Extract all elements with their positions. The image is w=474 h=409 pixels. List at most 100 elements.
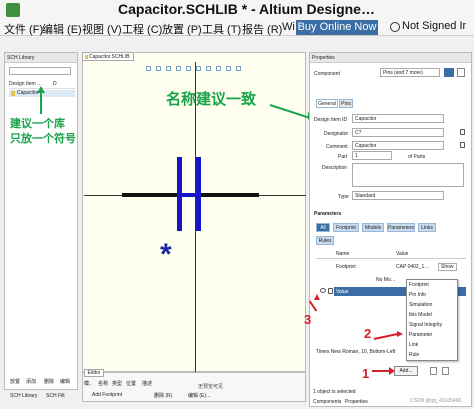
capacitor-plate-right[interactable] — [196, 157, 201, 231]
dd-footprint[interactable]: Footprint — [407, 280, 457, 290]
dd-parameter[interactable]: Parameter — [407, 330, 457, 340]
part-selector[interactable]: 1 — [352, 151, 392, 160]
editor-delete-button[interactable]: 删除 (R) — [154, 392, 172, 399]
table-divider — [316, 258, 466, 259]
pin-right[interactable] — [201, 193, 259, 197]
design-item-id-input[interactable]: Capacitor — [352, 114, 444, 123]
annotation-line-2: 只放一个符号 — [10, 133, 76, 145]
delete-icon[interactable] — [442, 367, 449, 375]
row-value-name: Value — [336, 289, 349, 295]
dd-pin-info[interactable]: Pin Info — [407, 290, 457, 300]
show-button[interactable]: Show — [438, 263, 457, 271]
dd-rule[interactable]: Rule — [407, 350, 457, 360]
type-dropdown[interactable]: Standard — [352, 191, 444, 200]
delete-button[interactable]: 删除 — [44, 378, 54, 385]
col-name-header[interactable]: Name — [336, 251, 349, 257]
menu-place[interactable]: 放置 (P) — [162, 21, 202, 37]
edit-button[interactable]: 编辑 — [60, 378, 70, 385]
library-search-input[interactable] — [9, 67, 71, 75]
pin-icon[interactable] — [196, 66, 201, 71]
menu-tools[interactable]: 工具 (T) — [202, 21, 241, 37]
editor-no-preview: 无预览可见 — [198, 384, 224, 390]
tab-sch-library[interactable]: SCH Library — [10, 393, 37, 399]
left-bottom-tabs: SCH Library SCH Filt — [4, 392, 84, 402]
add-icon[interactable] — [156, 66, 161, 71]
filter-icon[interactable] — [146, 66, 151, 71]
align-icon[interactable] — [186, 66, 191, 71]
sch-library-header: SCH Library — [5, 53, 77, 63]
annotation-line-1: 建议一个库 — [10, 118, 65, 130]
document-tab[interactable]: Capacitor.SCHLIB — [82, 52, 134, 61]
menu-file[interactable]: 文件 (F) — [4, 21, 43, 37]
col-value-header[interactable]: Value — [396, 251, 408, 257]
filter-models[interactable]: Models — [362, 223, 384, 232]
shape-icon[interactable] — [206, 66, 211, 71]
editor-edit-button[interactable]: 编辑 (E)... — [188, 392, 210, 399]
line-icon[interactable] — [216, 66, 221, 71]
filter-links[interactable]: Links — [418, 223, 436, 232]
row-footprint-value[interactable]: CAP 0402_1… — [396, 264, 429, 270]
lock-icon[interactable] — [460, 142, 465, 148]
comment-input[interactable]: Capacitor — [352, 141, 444, 150]
dd-link[interactable]: Link — [407, 340, 457, 350]
user-icon[interactable] — [390, 22, 400, 32]
dd-simulation[interactable]: Simulation — [407, 300, 457, 310]
capacitor-gap-line — [182, 193, 196, 197]
description-input[interactable] — [352, 163, 464, 187]
menu-window[interactable]: Wi — [282, 21, 295, 33]
col-location[interactable]: 位置 — [126, 380, 136, 387]
filter-icon[interactable] — [444, 68, 454, 77]
edit-icon[interactable] — [430, 367, 437, 375]
part-label: Part — [338, 154, 348, 160]
menu-reports[interactable]: 报告 (R) — [242, 21, 282, 37]
menu-edit[interactable]: 编辑 (E) — [42, 21, 82, 37]
tab-pins[interactable]: Pins — [339, 99, 353, 108]
rect-icon[interactable] — [236, 66, 241, 71]
pin-left[interactable] — [122, 193, 177, 197]
annotation-arrow-3-head — [314, 294, 320, 300]
visibility-icon[interactable] — [320, 288, 326, 293]
app-logo-icon — [6, 3, 20, 17]
parameters-header[interactable]: Parameters — [314, 211, 341, 217]
filter-parameters[interactable]: Parameters — [387, 223, 415, 232]
menu-view[interactable]: 视图 (V) — [82, 21, 122, 37]
settings-icon[interactable] — [457, 68, 465, 77]
place-button[interactable]: 放置 — [10, 378, 20, 385]
filter-all[interactable]: All — [316, 223, 330, 232]
col-name[interactable]: 名称 — [98, 380, 108, 387]
canvas-toolbar — [146, 64, 246, 74]
properties-panel: Properties Component Pins (and 7 more) G… — [309, 52, 472, 407]
tab-sch-filter[interactable]: SCH Filt — [46, 393, 65, 399]
buy-online-button[interactable]: Buy Online Now — [296, 20, 378, 35]
filter-footprint[interactable]: Footprint — [333, 223, 359, 232]
font-setting[interactable]: Times New Roman, 10, Bottom-Left — [316, 349, 395, 355]
tab-properties[interactable]: Properties — [345, 399, 368, 405]
col-model[interactable]: 模.. — [84, 380, 92, 387]
tab-components[interactable]: Components — [313, 399, 341, 405]
menu-project[interactable]: 工程 (C) — [122, 21, 162, 37]
dd-ibis-model[interactable]: Ibis Model — [407, 310, 457, 320]
lock-icon[interactable] — [460, 129, 465, 135]
move-icon[interactable] — [176, 66, 181, 71]
tab-editor[interactable]: Editor — [84, 369, 104, 377]
filter-rules[interactable]: Rules — [316, 236, 334, 245]
sign-in-status[interactable]: Not Signed Ir — [402, 20, 466, 32]
dd-signal-integrity[interactable]: Signal Integrity — [407, 320, 457, 330]
text-icon[interactable] — [226, 66, 231, 71]
pins-filter-dropdown[interactable]: Pins (and 7 more) — [380, 68, 440, 77]
tab-general[interactable]: General — [316, 99, 338, 108]
add-parameter-button[interactable]: Add... — [394, 366, 418, 376]
designator-input[interactable]: C? — [352, 128, 444, 137]
title-bar: Capacitor.SCHLIB * - Altium Designe… — [0, 0, 474, 20]
add-button[interactable]: 添加 — [26, 378, 36, 385]
editor-buttons: Add Footprint 删除 (R) 编辑 (E)... — [84, 391, 304, 400]
col-type[interactable]: 类型 — [112, 380, 122, 387]
col-description[interactable]: 描述 — [142, 380, 152, 387]
select-icon[interactable] — [166, 66, 171, 71]
add-footprint-button[interactable]: Add Footprint — [92, 392, 122, 398]
col-description[interactable]: D — [53, 81, 57, 87]
lock-icon[interactable] — [328, 288, 333, 294]
annotation-library-note: 建议一个库 只放一个符号 — [10, 117, 76, 147]
annotation-arrow-1-head — [389, 367, 395, 375]
row-footprint-name[interactable]: Footprint — [336, 264, 356, 270]
